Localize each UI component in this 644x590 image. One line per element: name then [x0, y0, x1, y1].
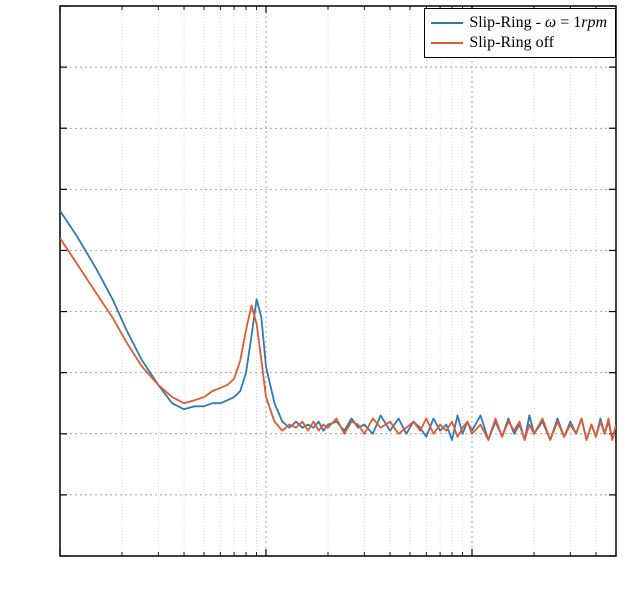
legend-entry-1: Slip-Ring - ω = 1rpm	[431, 13, 607, 33]
legend-label-1: Slip-Ring - ω = 1rpm	[469, 13, 607, 33]
chart-svg	[0, 0, 644, 590]
legend-entry-2: Slip-Ring off	[431, 33, 607, 53]
legend: Slip-Ring - ω = 1rpm Slip-Ring off	[424, 8, 616, 58]
legend-swatch-2	[431, 42, 463, 44]
legend-swatch-1	[431, 22, 463, 24]
chart-root: Slip-Ring - ω = 1rpm Slip-Ring off	[0, 0, 644, 590]
legend-label-2: Slip-Ring off	[469, 33, 554, 53]
